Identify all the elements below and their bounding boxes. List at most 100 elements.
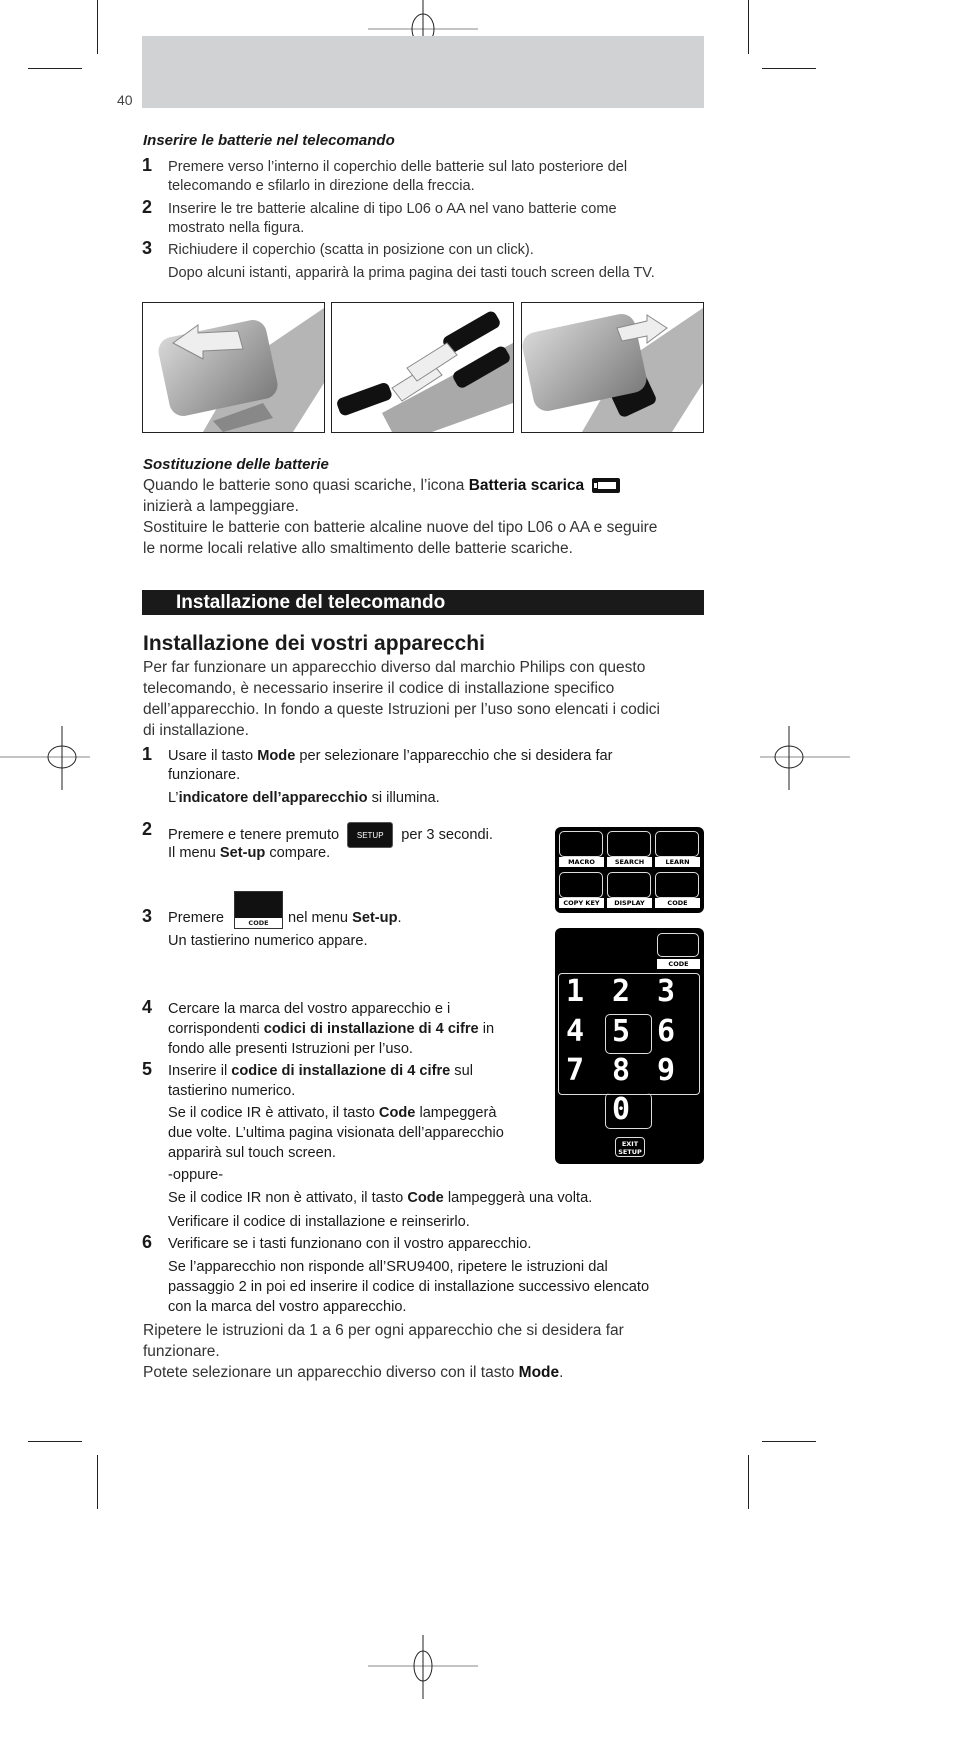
text: Se il codice IR non è attivato, il tasto bbox=[168, 1190, 408, 1206]
setup-menu-panel: MACRO SEARCH LEARN COPY KEY DISPLAY CODE bbox=[555, 827, 704, 913]
outro-text: funzionare. bbox=[143, 1343, 220, 1360]
crop-mark bbox=[28, 68, 82, 69]
section-title: Installazione del telecomando bbox=[176, 592, 446, 613]
digit-9-key[interactable]: 9 bbox=[657, 1056, 675, 1086]
registration-mark-left bbox=[0, 726, 90, 790]
step-text: Inserire le tre batterie alcaline di tip… bbox=[168, 201, 617, 217]
step-text: Verificare il codice di installazione e … bbox=[168, 1214, 470, 1230]
digit-5-key[interactable]: 5 bbox=[612, 1017, 630, 1047]
step-text: telecomando e sfilarlo in direzione dell… bbox=[168, 178, 475, 194]
setup-menu-label: Set-up bbox=[352, 910, 398, 926]
install-code-label: codice di installazione di 4 cifre bbox=[231, 1063, 451, 1079]
step-text: con la marca del vostro apparecchio. bbox=[168, 1299, 407, 1315]
digit-2-key[interactable]: 2 bbox=[612, 977, 630, 1007]
battery-replace-text: Sostituire le batterie con batterie alca… bbox=[143, 519, 658, 536]
text: Quando le batterie sono quasi scariche, … bbox=[143, 477, 469, 494]
header-band bbox=[142, 36, 704, 108]
crop-mark bbox=[762, 1441, 816, 1442]
setup-menu-key[interactable] bbox=[607, 872, 651, 898]
code-key-icon: CODE bbox=[234, 891, 283, 929]
step-text: L’indicatore dell’apparecchio si illumin… bbox=[168, 789, 440, 808]
code-key[interactable] bbox=[657, 933, 699, 957]
crop-mark bbox=[97, 1455, 98, 1509]
step-number: 2 bbox=[142, 819, 153, 839]
crop-mark bbox=[28, 1441, 82, 1442]
step-number: 4 bbox=[142, 997, 153, 1017]
setup-menu-key-label: LEARN bbox=[655, 857, 700, 867]
step-text: -oppure- bbox=[168, 1167, 224, 1183]
setup-menu-key-label: COPY KEY bbox=[559, 898, 604, 908]
step-text: Inserire il codice di installazione di 4… bbox=[168, 1062, 473, 1081]
low-battery-label: Batteria scarica bbox=[468, 477, 585, 494]
step-text: Verificare se i tasti funzionano con il … bbox=[168, 1236, 532, 1252]
code-key-label: Code bbox=[378, 1105, 416, 1121]
numeric-keypad-panel: CODE 1 2 3 4 5 6 7 8 9 0 EXIT SETUP bbox=[555, 928, 704, 1164]
step-number: 3 bbox=[142, 906, 153, 926]
digit-3-key[interactable]: 3 bbox=[657, 977, 675, 1007]
step-text: passaggio 2 in poi ed inserire il codice… bbox=[168, 1279, 650, 1295]
outro-text: Ripetere le istruzioni da 1 a 6 per ogni… bbox=[143, 1322, 624, 1339]
step-text: Usare il tasto Mode per selezionare l’ap… bbox=[168, 747, 613, 766]
step-text: corrispondenti codici di installazione d… bbox=[168, 1020, 494, 1039]
digit-7-key[interactable]: 7 bbox=[566, 1056, 584, 1086]
setup-key-label: SETUP bbox=[356, 831, 384, 840]
step-text: Cercare la marca del vostro apparecchio … bbox=[168, 1001, 451, 1017]
low-battery-icon bbox=[592, 478, 621, 494]
crop-mark bbox=[762, 68, 816, 69]
exit-setup-label: SETUP bbox=[618, 1148, 642, 1156]
install-heading: Installazione dei vostri apparecchi bbox=[143, 632, 485, 655]
crop-mark bbox=[748, 1455, 749, 1509]
step-text: Il menu Set-up compare. bbox=[168, 844, 330, 863]
section-title-bar: Installazione del telecomando bbox=[142, 590, 704, 615]
step-number: 1 bbox=[142, 155, 153, 175]
setup-menu-key[interactable] bbox=[559, 872, 603, 898]
registration-mark-bottom bbox=[368, 1635, 478, 1699]
setup-menu-key-label: DISPLAY bbox=[607, 898, 652, 908]
text: sul bbox=[450, 1063, 473, 1079]
setup-menu-key[interactable] bbox=[607, 831, 651, 857]
step-text: nel menu Set-up. bbox=[288, 909, 402, 928]
text: lampeggerà bbox=[415, 1105, 497, 1121]
code-key-label: CODE bbox=[248, 919, 269, 927]
step-text: Se l’apparecchio non risponde all’SRU940… bbox=[168, 1259, 608, 1275]
step-text: fondo alle presenti Istruzioni per l’uso… bbox=[168, 1041, 413, 1057]
step-text: Se il codice IR è attivato, il tasto Cod… bbox=[168, 1104, 497, 1123]
close-cover-illustration bbox=[521, 302, 704, 433]
digit-6-key[interactable]: 6 bbox=[657, 1017, 675, 1047]
step-number: 1 bbox=[142, 744, 153, 764]
setup-menu-key[interactable] bbox=[655, 872, 699, 898]
text: . bbox=[559, 1364, 564, 1381]
step-text: funzionare. bbox=[168, 767, 241, 783]
setup-menu-key-label: SEARCH bbox=[607, 857, 652, 867]
digit-4-key[interactable]: 4 bbox=[566, 1017, 584, 1047]
setup-menu-key[interactable] bbox=[559, 831, 603, 857]
install-intro: di installazione. bbox=[143, 722, 249, 739]
remove-cover-illustration bbox=[142, 302, 325, 433]
battery-replace-text: le norme locali relative allo smaltiment… bbox=[143, 540, 573, 557]
text: per selezionare l’apparecchio che si des… bbox=[295, 748, 613, 764]
install-intro: dell’apparecchio. In fondo a queste Istr… bbox=[143, 701, 660, 718]
text: corrispondenti bbox=[168, 1021, 264, 1037]
setup-menu-key[interactable] bbox=[655, 831, 699, 857]
step-text: Premere bbox=[168, 909, 224, 928]
code-key-label: Code bbox=[407, 1190, 444, 1206]
text: in bbox=[478, 1021, 495, 1037]
battery-replace-text: inizierà a lampeggiare. bbox=[143, 498, 299, 515]
install-intro: Per far funzionare un apparecchio divers… bbox=[143, 659, 646, 676]
exit-setup-label: EXIT bbox=[621, 1140, 639, 1148]
battery-replace-text: Quando le batterie sono quasi scariche, … bbox=[143, 476, 621, 495]
mode-key-label: Mode bbox=[518, 1364, 560, 1381]
registration-mark-right bbox=[760, 726, 850, 790]
digit-8-key[interactable]: 8 bbox=[612, 1056, 630, 1086]
device-indicator-label: indicatore dell’apparecchio bbox=[178, 790, 368, 806]
text: Se il codice IR è attivato, il tasto bbox=[168, 1105, 379, 1121]
page-number: 40 bbox=[117, 92, 133, 108]
step-text: due volte. L’ultima pagina visionata del… bbox=[168, 1125, 504, 1141]
digit-0-key[interactable]: 0 bbox=[612, 1095, 630, 1125]
text: L’ bbox=[168, 790, 179, 806]
exit-setup-key[interactable]: EXIT SETUP bbox=[615, 1137, 645, 1157]
text: Inserire il bbox=[168, 1063, 232, 1079]
crop-mark bbox=[97, 0, 98, 54]
digit-1-key[interactable]: 1 bbox=[566, 977, 584, 1007]
step-text: Premere verso l’interno il coperchio del… bbox=[168, 159, 628, 175]
